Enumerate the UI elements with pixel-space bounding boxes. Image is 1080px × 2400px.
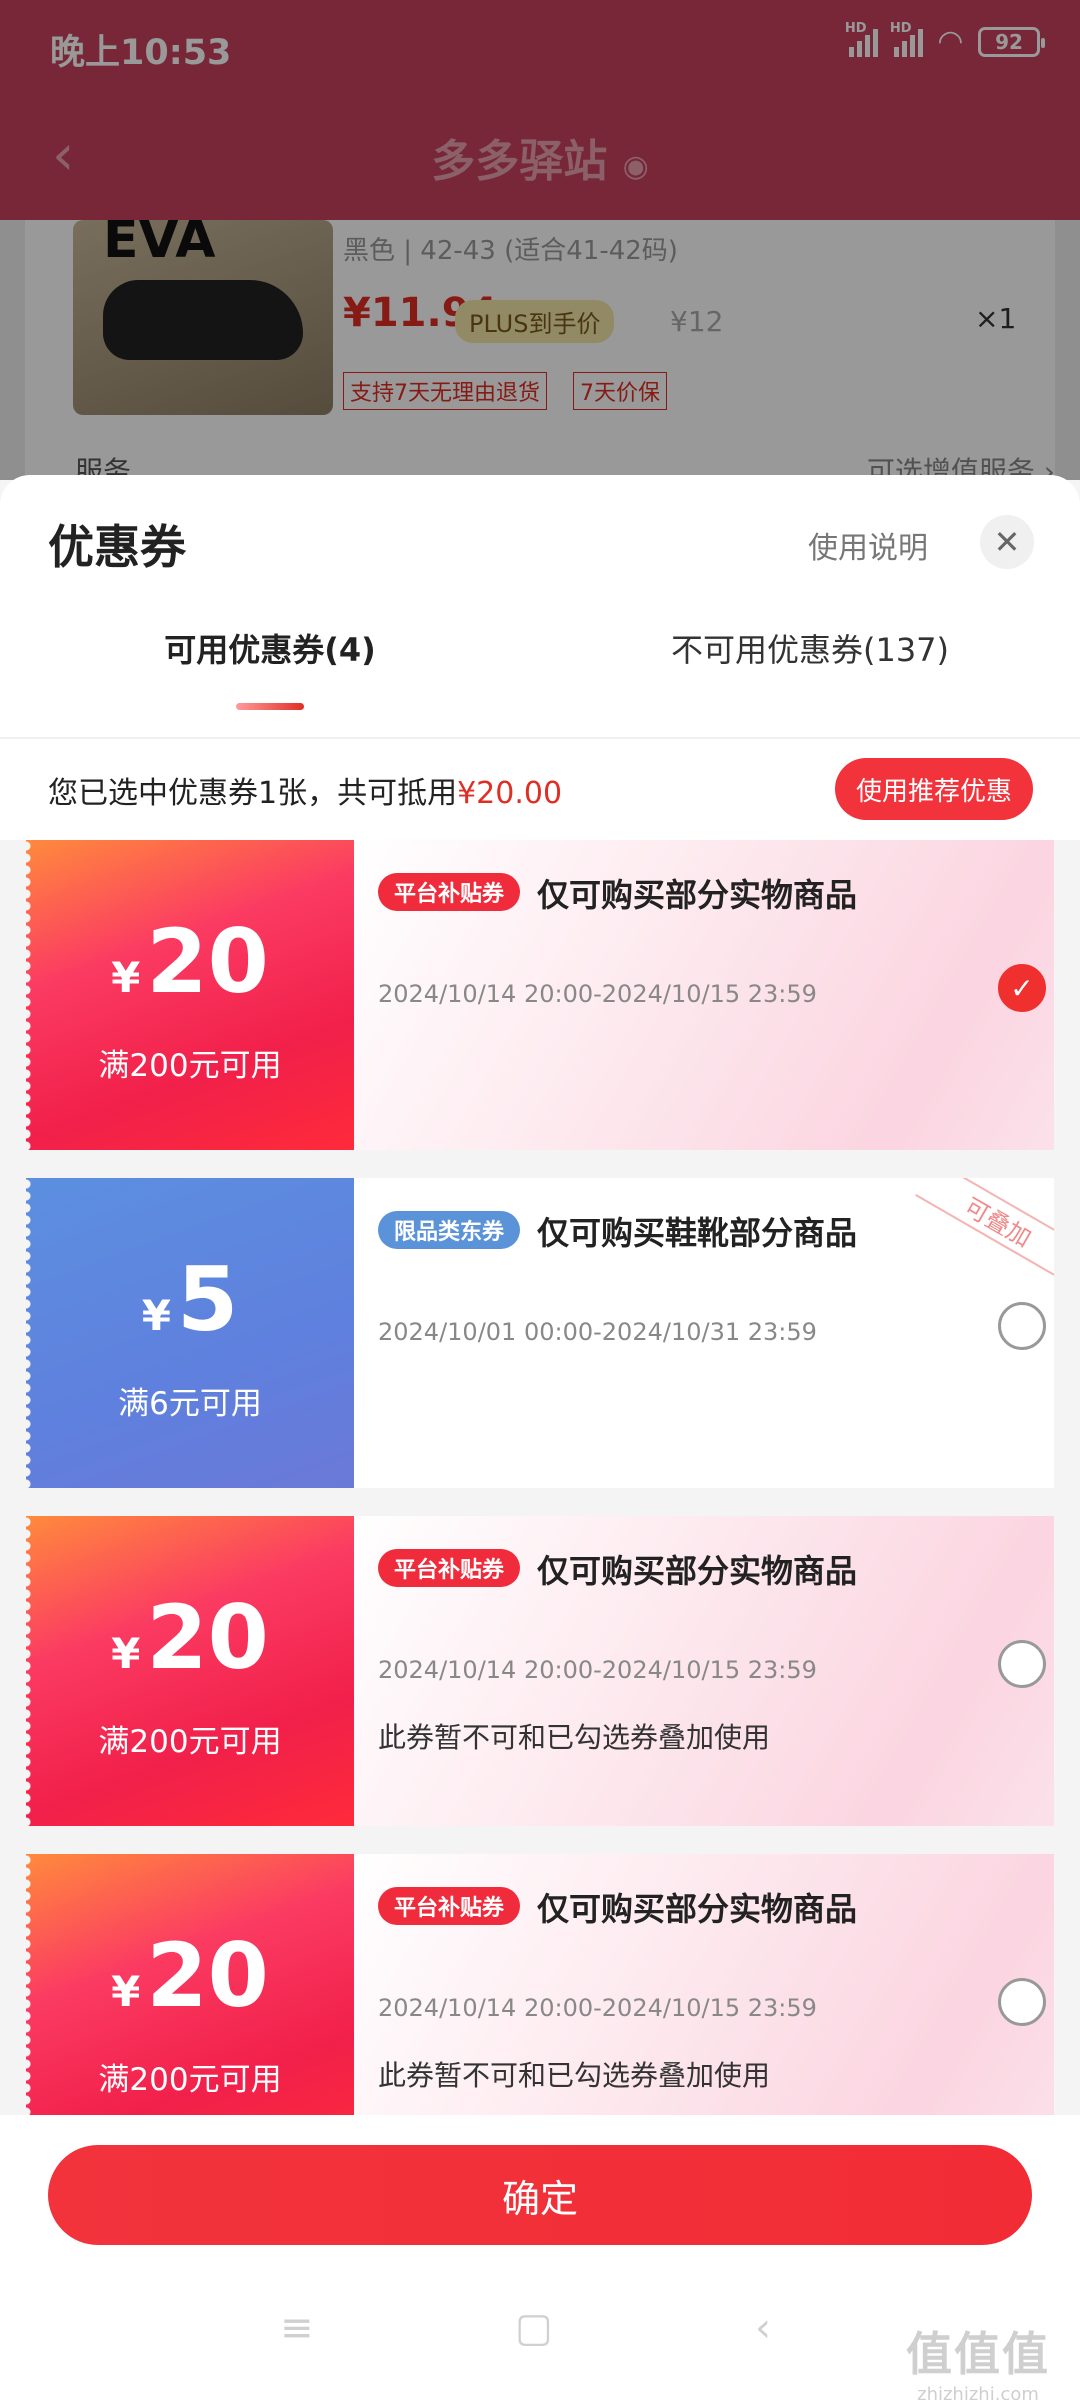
- coupon-note: 此券暂不可和已勾选券叠加使用: [378, 2059, 771, 2092]
- coupon-info-panel: 限品类东券 仅可购买鞋靴部分商品 2024/10/01 00:00-2024/1…: [354, 1178, 1054, 1488]
- confirm-button[interactable]: 确定: [48, 2145, 1032, 2245]
- selection-summary: 您已选中优惠券1张，共可抵用¥20.00: [48, 776, 563, 811]
- menu-icon[interactable]: ≡: [280, 2305, 314, 2351]
- coupon-description: 仅可购买部分实物商品: [537, 876, 858, 914]
- coupon-condition: 满200元可用: [98, 1724, 282, 1760]
- stackable-ribbon: 可叠加: [915, 1178, 1054, 1281]
- coupon-note: 此券暂不可和已勾选券叠加使用: [378, 1721, 771, 1754]
- coupon-condition: 满6元可用: [118, 1386, 262, 1422]
- coupon-validity: 2024/10/01 00:00-2024/10/31 23:59: [378, 1318, 817, 1346]
- coupon-checkbox-checked[interactable]: ✓: [998, 964, 1046, 1012]
- coupon-info-panel: 平台补贴券 仅可购买部分实物商品 2024/10/14 20:00-2024/1…: [354, 1516, 1054, 1826]
- home-icon[interactable]: ▢: [515, 2305, 553, 2351]
- coupon-condition: 满200元可用: [98, 2062, 282, 2098]
- coupon-amount: ¥20: [111, 1924, 269, 2027]
- coupon-condition: 满200元可用: [98, 1048, 282, 1084]
- coupon-type-badge: 限品类东券: [378, 1211, 521, 1249]
- watermark: 值值值 zhizhizhi.com: [906, 2327, 1050, 2400]
- divider: [0, 737, 1080, 739]
- coupon-type-badge: 平台补贴券: [378, 1887, 521, 1925]
- coupon-amount: ¥5: [141, 1248, 239, 1351]
- coupon-checkbox[interactable]: [998, 1640, 1046, 1688]
- back-icon[interactable]: ‹: [755, 2305, 771, 2351]
- coupon-value-panel: ¥20 满200元可用: [26, 840, 354, 1150]
- coupon-description: 仅可购买鞋靴部分商品: [537, 1214, 858, 1252]
- coupon-card[interactable]: ¥5 满6元可用 限品类东券 仅可购买鞋靴部分商品 2024/10/01 00:…: [26, 1178, 1054, 1488]
- coupon-amount: ¥20: [111, 910, 269, 1013]
- coupon-info-panel: 平台补贴券 仅可购买部分实物商品 2024/10/14 20:00-2024/1…: [354, 840, 1054, 1150]
- coupon-validity: 2024/10/14 20:00-2024/10/15 23:59: [378, 1656, 817, 1684]
- coupon-card[interactable]: ¥20 满200元可用 平台补贴券 仅可购买部分实物商品 2024/10/14 …: [26, 840, 1054, 1150]
- coupon-validity: 2024/10/14 20:00-2024/10/15 23:59: [378, 980, 817, 1008]
- coupon-sheet: 优惠券 使用说明 ✕ 可用优惠券(4) 不可用优惠券(137) 您已选中优惠券1…: [0, 475, 1080, 2400]
- coupon-description: 仅可购买部分实物商品: [537, 1890, 858, 1928]
- tab-available-coupons[interactable]: 可用优惠券(4): [0, 625, 540, 671]
- checkmark-icon: ✓: [1010, 971, 1034, 1005]
- coupon-checkbox[interactable]: [998, 1302, 1046, 1350]
- modal-overlay[interactable]: [0, 0, 1080, 480]
- usage-instructions-link[interactable]: 使用说明: [808, 523, 928, 567]
- coupon-description: 仅可购买部分实物商品: [537, 1552, 858, 1590]
- coupon-type-badge: 平台补贴券: [378, 1549, 521, 1587]
- tab-unavailable-coupons[interactable]: 不可用优惠券(137): [540, 625, 1080, 671]
- active-tab-indicator: [236, 703, 304, 710]
- coupon-checkbox[interactable]: [998, 1978, 1046, 2026]
- coupon-value-panel: ¥20 满200元可用: [26, 1516, 354, 1826]
- summary-amount: ¥20.00: [457, 776, 563, 811]
- close-icon[interactable]: ✕: [980, 515, 1034, 569]
- coupon-validity: 2024/10/14 20:00-2024/10/15 23:59: [378, 1994, 817, 2022]
- coupon-type-badge: 平台补贴券: [378, 873, 521, 911]
- sheet-title: 优惠券: [48, 520, 186, 574]
- use-recommended-button[interactable]: 使用推荐优惠: [835, 758, 1033, 820]
- coupon-card[interactable]: ¥20 满200元可用 平台补贴券 仅可购买部分实物商品 2024/10/14 …: [26, 1516, 1054, 1826]
- background-page: 晚上10:53 HD HD ◠ 92 ‹ 多多驿站 ◉ EVA 黑色 | 42-…: [0, 0, 1080, 480]
- coupon-amount: ¥20: [111, 1586, 269, 1689]
- coupon-value-panel: ¥5 满6元可用: [26, 1178, 354, 1488]
